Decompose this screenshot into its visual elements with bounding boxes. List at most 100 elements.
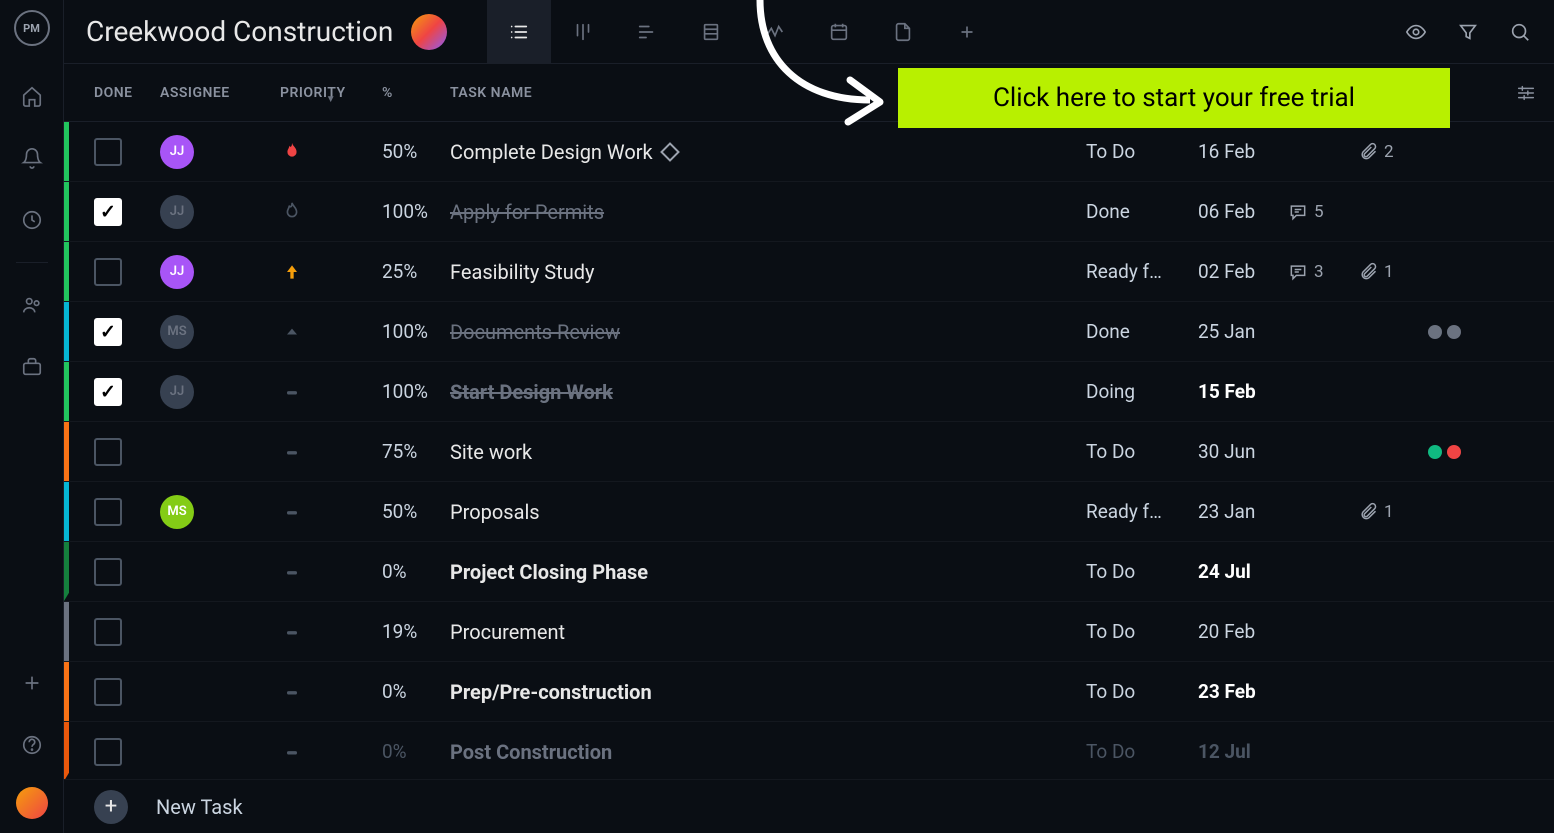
- due-date[interactable]: 02 Feb: [1198, 260, 1255, 283]
- assignee-avatar[interactable]: JJ: [160, 255, 194, 289]
- assignee-avatar[interactable]: JJ: [160, 375, 194, 409]
- project-title[interactable]: Creekwood Construction: [86, 15, 393, 48]
- task-row[interactable]: 0%Prep/Pre-construction To Do23 Feb: [64, 662, 1554, 722]
- status-value[interactable]: Done: [1086, 200, 1130, 223]
- help-icon[interactable]: [12, 725, 52, 765]
- due-date[interactable]: 24 Jul: [1198, 560, 1251, 583]
- status-value[interactable]: Ready f…: [1086, 500, 1162, 523]
- done-checkbox[interactable]: [94, 378, 122, 406]
- eye-icon[interactable]: [1404, 20, 1428, 44]
- col-assignee[interactable]: ASSIGNEE: [160, 85, 280, 101]
- done-checkbox[interactable]: [94, 258, 122, 286]
- priority-icon[interactable]: [280, 500, 304, 524]
- priority-icon[interactable]: [280, 380, 304, 404]
- view-sheet-icon[interactable]: [679, 0, 743, 64]
- task-row[interactable]: MS50%Proposals Ready f…23 Jan1: [64, 482, 1554, 542]
- done-checkbox[interactable]: [94, 438, 122, 466]
- user-avatar[interactable]: [16, 787, 48, 819]
- clock-icon[interactable]: [12, 200, 52, 240]
- col-pct[interactable]: %: [382, 85, 450, 101]
- due-date[interactable]: 16 Feb: [1198, 140, 1255, 163]
- status-value[interactable]: To Do: [1086, 620, 1135, 643]
- done-checkbox[interactable]: [94, 498, 122, 526]
- project-avatar[interactable]: [411, 14, 447, 50]
- done-checkbox[interactable]: [94, 738, 122, 766]
- priority-icon[interactable]: [280, 440, 304, 464]
- filter-icon[interactable]: [1456, 20, 1480, 44]
- due-date[interactable]: 30 Jun: [1198, 440, 1256, 463]
- comments-chip[interactable]: 3: [1288, 262, 1358, 282]
- due-date[interactable]: 23 Jan: [1198, 500, 1255, 523]
- status-value[interactable]: To Do: [1086, 560, 1135, 583]
- task-row[interactable]: JJ50%Complete Design Work To Do16 Feb2: [64, 122, 1554, 182]
- task-name[interactable]: Project Closing Phase: [450, 560, 1086, 584]
- assignee-avatar[interactable]: MS: [160, 315, 194, 349]
- task-row[interactable]: 0%Post Construction To Do12 Jul: [64, 722, 1554, 779]
- home-icon[interactable]: [12, 76, 52, 116]
- priority-icon[interactable]: [280, 680, 304, 704]
- task-row[interactable]: 19%Procurement To Do20 Feb: [64, 602, 1554, 662]
- due-date[interactable]: 15 Feb: [1198, 380, 1256, 403]
- task-name[interactable]: Post Construction: [450, 740, 1086, 764]
- status-value[interactable]: Doing: [1086, 380, 1135, 403]
- view-list-icon[interactable]: [487, 0, 551, 64]
- status-value[interactable]: To Do: [1086, 140, 1135, 163]
- attachments-chip[interactable]: 1: [1358, 262, 1428, 282]
- task-name[interactable]: Prep/Pre-construction: [450, 680, 1086, 704]
- task-name[interactable]: Site work: [450, 440, 1086, 464]
- task-name[interactable]: Apply for Permits: [450, 200, 1086, 224]
- view-calendar-icon[interactable]: [807, 0, 871, 64]
- attachments-chip[interactable]: 1: [1358, 502, 1428, 522]
- status-value[interactable]: To Do: [1086, 680, 1135, 703]
- assignee-avatar[interactable]: JJ: [160, 135, 194, 169]
- due-date[interactable]: 06 Feb: [1198, 200, 1255, 223]
- done-checkbox[interactable]: [94, 618, 122, 646]
- status-value[interactable]: To Do: [1086, 740, 1135, 763]
- task-name[interactable]: Documents Review: [450, 320, 1086, 344]
- view-files-icon[interactable]: [871, 0, 935, 64]
- priority-icon[interactable]: [280, 620, 304, 644]
- task-name[interactable]: Feasibility Study: [450, 260, 1086, 284]
- assignee-avatar[interactable]: JJ: [160, 195, 194, 229]
- col-priority[interactable]: PRIORITY▼: [280, 85, 382, 101]
- status-value[interactable]: To Do: [1086, 440, 1135, 463]
- task-name[interactable]: Proposals: [450, 500, 1086, 524]
- task-name[interactable]: Complete Design Work: [450, 140, 1086, 164]
- column-settings-icon[interactable]: [1498, 82, 1554, 104]
- due-date[interactable]: 23 Feb: [1198, 680, 1256, 703]
- comments-chip[interactable]: 5: [1288, 202, 1358, 222]
- priority-icon[interactable]: [280, 740, 304, 764]
- done-checkbox[interactable]: [94, 318, 122, 346]
- new-task-label[interactable]: New Task: [156, 795, 243, 819]
- priority-icon[interactable]: [280, 260, 304, 284]
- view-dashboard-icon[interactable]: [743, 0, 807, 64]
- due-date[interactable]: 12 Jul: [1198, 740, 1251, 763]
- status-value[interactable]: Done: [1086, 320, 1130, 343]
- assignee-avatar[interactable]: MS: [160, 495, 194, 529]
- task-row[interactable]: 75%Site work To Do30 Jun: [64, 422, 1554, 482]
- task-row[interactable]: JJ25%Feasibility Study Ready f…02 Feb31: [64, 242, 1554, 302]
- done-checkbox[interactable]: [94, 678, 122, 706]
- app-logo[interactable]: PM: [14, 10, 50, 46]
- priority-icon[interactable]: [280, 140, 304, 164]
- due-date[interactable]: 25 Jan: [1198, 320, 1255, 343]
- plus-icon[interactable]: [12, 663, 52, 703]
- task-row[interactable]: 0%Project Closing Phase To Do24 Jul: [64, 542, 1554, 602]
- done-checkbox[interactable]: [94, 558, 122, 586]
- priority-icon[interactable]: [280, 200, 304, 224]
- search-icon[interactable]: [1508, 20, 1532, 44]
- task-row[interactable]: JJ100%Start Design Work Doing15 Feb: [64, 362, 1554, 422]
- priority-icon[interactable]: [280, 320, 304, 344]
- briefcase-icon[interactable]: [12, 347, 52, 387]
- cta-banner[interactable]: Click here to start your free trial: [898, 68, 1450, 128]
- attachments-chip[interactable]: 2: [1358, 142, 1428, 162]
- done-checkbox[interactable]: [94, 138, 122, 166]
- task-name[interactable]: Start Design Work: [450, 380, 1086, 404]
- priority-icon[interactable]: [280, 560, 304, 584]
- due-date[interactable]: 20 Feb: [1198, 620, 1255, 643]
- add-view-icon[interactable]: [935, 0, 999, 64]
- team-icon[interactable]: [12, 285, 52, 325]
- add-task-button[interactable]: +: [94, 790, 128, 824]
- bell-icon[interactable]: [12, 138, 52, 178]
- task-row[interactable]: JJ100%Apply for Permits Done06 Feb5: [64, 182, 1554, 242]
